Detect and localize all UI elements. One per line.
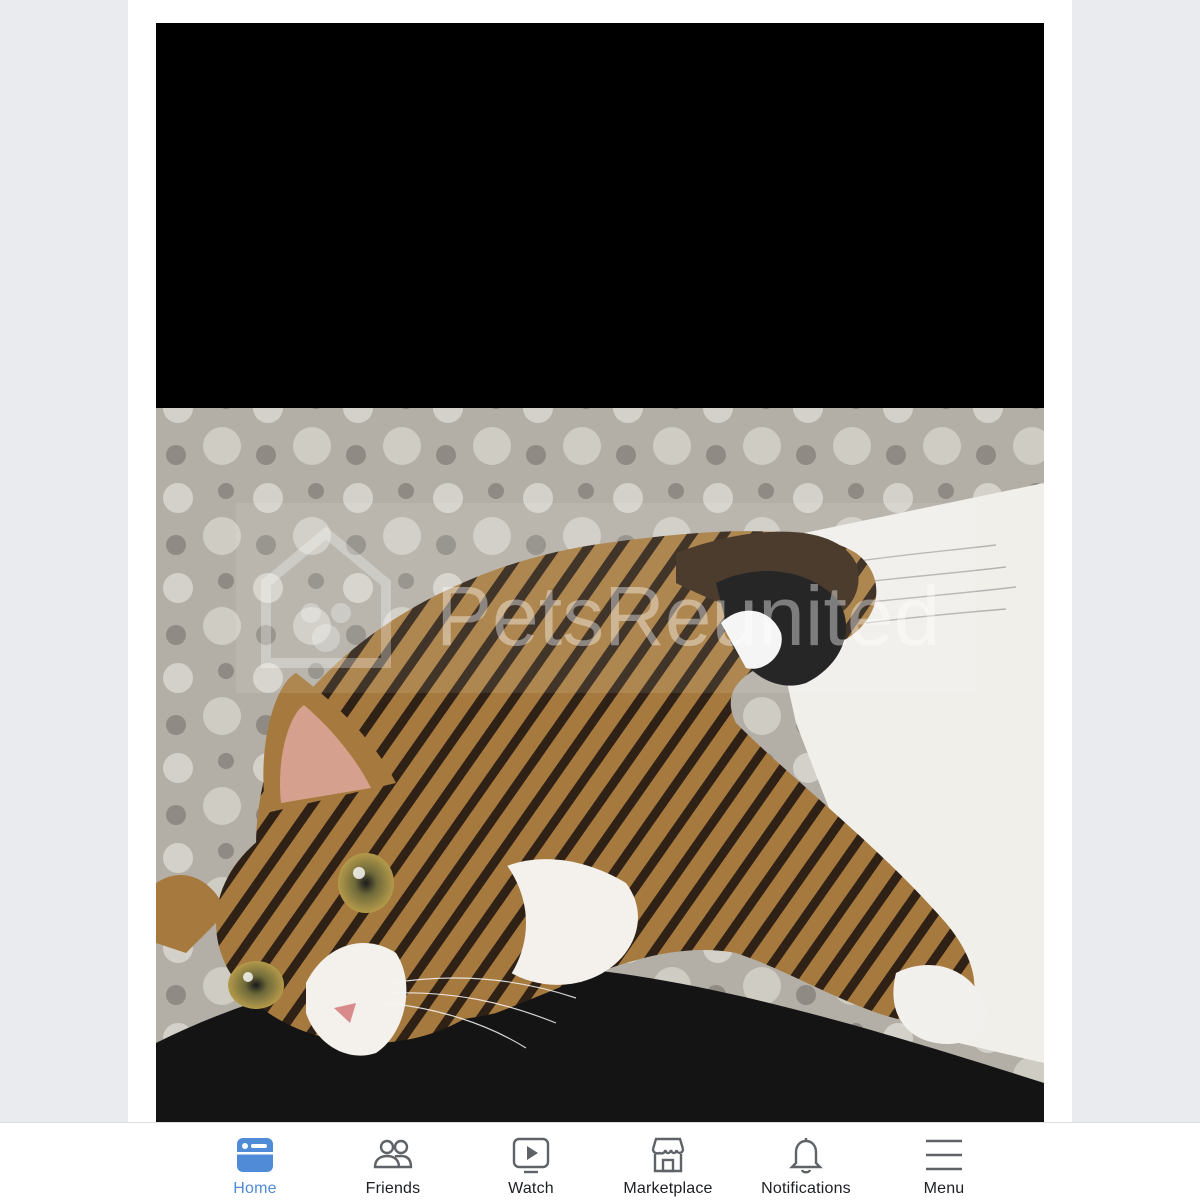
post-photo[interactable]: PetsReunited [156, 23, 1044, 1123]
home-icon [237, 1138, 273, 1172]
tab-friends[interactable]: Friends [323, 1123, 463, 1200]
tab-home-label: Home [233, 1180, 277, 1197]
tab-notifications[interactable]: Notifications [736, 1123, 876, 1200]
bell-icon [789, 1138, 823, 1174]
tab-marketplace[interactable]: Marketplace [598, 1123, 738, 1200]
tab-home[interactable]: Home [185, 1123, 325, 1200]
tab-marketplace-label: Marketplace [623, 1180, 713, 1197]
tab-watch-label: Watch [508, 1180, 554, 1197]
bottom-tab-bar: Home Friends Watch Marketplace Notificat… [0, 1122, 1200, 1200]
tab-watch[interactable]: Watch [461, 1123, 601, 1200]
tab-friends-label: Friends [365, 1180, 421, 1197]
kitten-photo: PetsReunited [156, 23, 1044, 1123]
friends-icon [373, 1139, 413, 1169]
watermark-text: PetsReunited [436, 569, 940, 663]
tab-menu[interactable]: Menu [874, 1123, 1014, 1200]
app-screen: PetsReunited Home Friends Watch Marketpl… [0, 0, 1200, 1200]
hamburger-icon [926, 1139, 962, 1171]
tab-notifications-label: Notifications [761, 1180, 851, 1197]
marketplace-icon [651, 1137, 685, 1173]
watch-icon [512, 1137, 550, 1174]
tab-menu-label: Menu [923, 1180, 965, 1197]
